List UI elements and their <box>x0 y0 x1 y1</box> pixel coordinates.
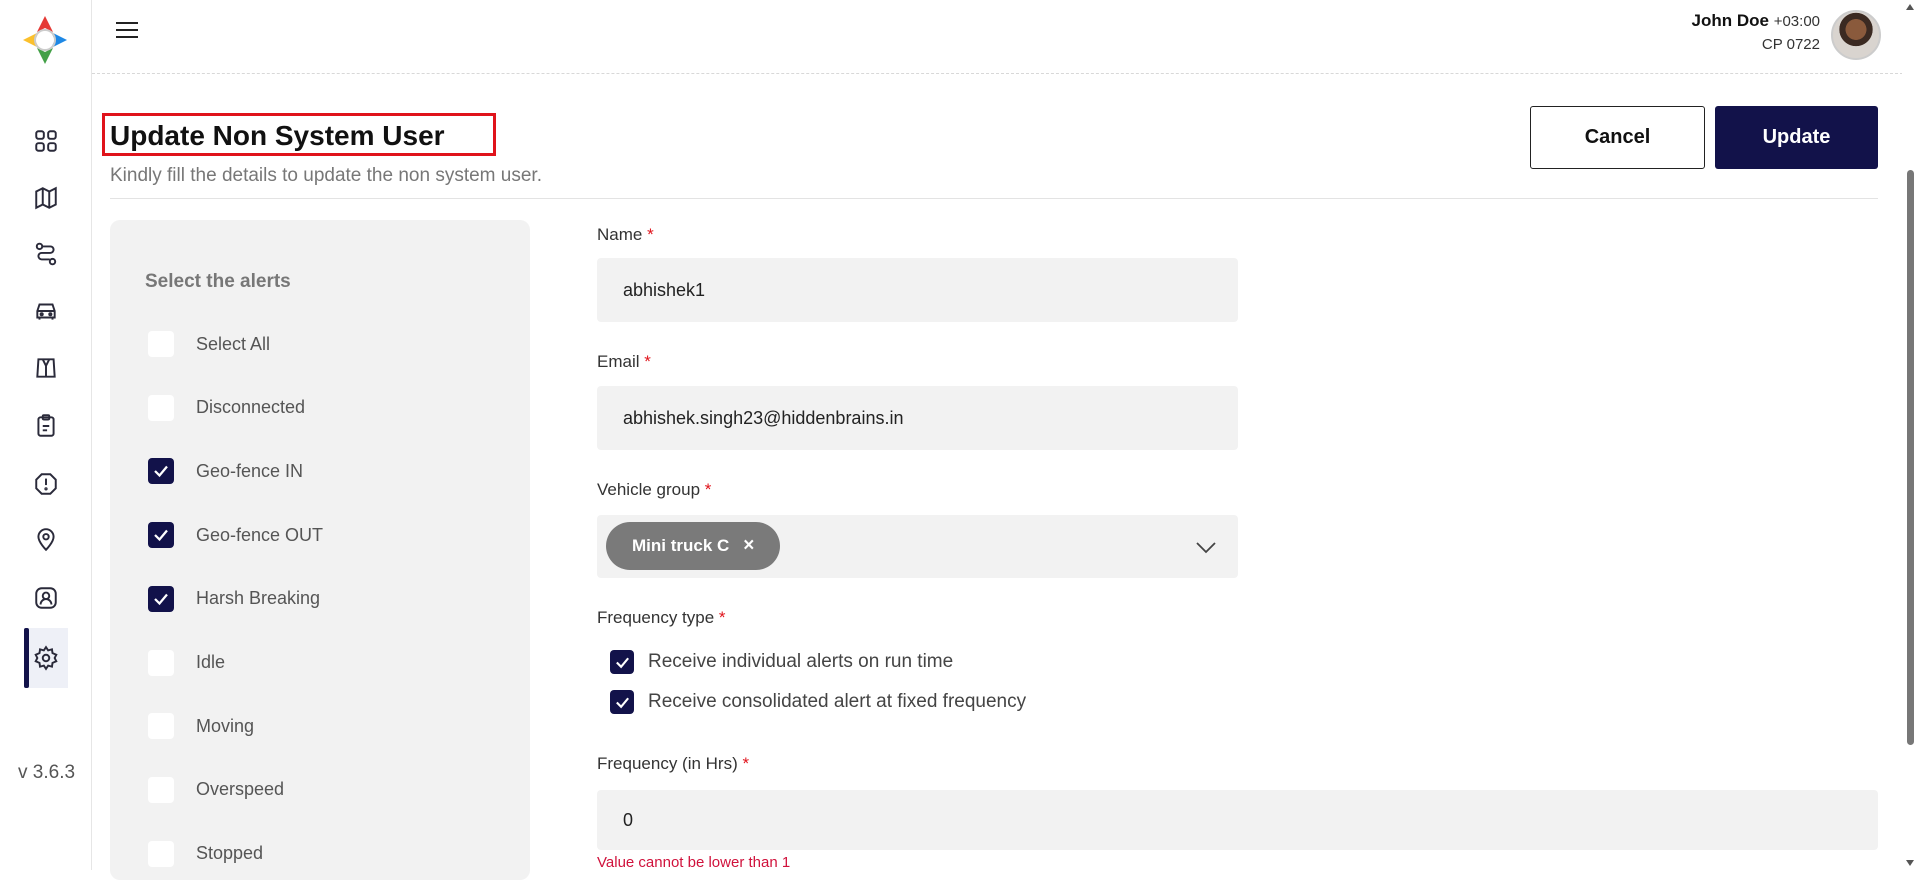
scroll-down-arrow-icon[interactable] <box>1906 860 1914 866</box>
page-scrollbar[interactable] <box>1902 0 1918 870</box>
scroll-up-arrow-icon[interactable] <box>1906 4 1914 10</box>
alert-option[interactable]: Disconnected <box>148 394 306 421</box>
sidebar-item-settings[interactable] <box>24 628 68 688</box>
alert-checkbox[interactable] <box>148 649 174 676</box>
alert-checkbox[interactable] <box>148 331 174 357</box>
page-title: Update Non System User <box>110 120 445 151</box>
chip-label: Mini truck C <box>632 536 730 555</box>
location-pin-icon <box>37 528 55 552</box>
user-code: CP 0722 <box>1761 36 1820 53</box>
chip-remove-icon[interactable]: × <box>743 535 754 557</box>
frequency-input[interactable] <box>597 790 1878 850</box>
dashboard-icon <box>35 130 57 152</box>
email-input[interactable] <box>597 386 1238 450</box>
alert-checkbox[interactable] <box>148 585 174 612</box>
alerts-title: Select the alerts <box>145 271 291 292</box>
menu-toggle-icon[interactable] <box>116 22 138 42</box>
alert-option[interactable]: Harsh Breaking <box>148 585 321 612</box>
alert-checkbox[interactable] <box>148 713 174 740</box>
sidebar-item-vehicles[interactable] <box>24 289 68 333</box>
update-button[interactable]: Update <box>1715 106 1878 169</box>
sidebar-item-routes[interactable] <box>24 232 68 276</box>
user-profile-icon <box>35 587 57 609</box>
frequency-error: Value cannot be lower than 1 <box>597 854 791 871</box>
top-bar: John Doe +03:00 CP 0722 <box>92 0 1918 74</box>
frequency-label: Frequency (in Hrs) * <box>597 754 750 773</box>
user-timezone: +03:00 <box>1773 13 1820 30</box>
cancel-button[interactable]: Cancel <box>1530 106 1705 169</box>
sidebar-item-map[interactable] <box>24 176 68 220</box>
vehicle-group-select[interactable]: Mini truck C × <box>597 515 1238 578</box>
alert-label: Select All <box>196 333 271 354</box>
alert-checkbox[interactable] <box>148 394 174 421</box>
frequency-option[interactable]: Receive individual alerts on run time <box>610 650 953 674</box>
sidebar-item-tires[interactable] <box>24 346 68 390</box>
app-logo[interactable] <box>17 10 73 70</box>
page-subtitle: Kindly fill the details to update the no… <box>110 165 542 186</box>
header-divider <box>110 198 1878 199</box>
vehicle-icon <box>36 303 56 320</box>
frequency-option-label: Receive individual alerts on run time <box>648 651 954 672</box>
alert-option[interactable]: Select All <box>148 331 270 357</box>
vehicle-group-label: Vehicle group * <box>597 480 712 499</box>
sidebar: v 3.6.3 <box>0 0 92 870</box>
name-input[interactable] <box>597 258 1238 322</box>
alert-label: Overspeed <box>196 779 285 800</box>
sidebar-item-locations[interactable] <box>24 518 68 562</box>
sidebar-item-users[interactable] <box>24 576 68 620</box>
frequency-checkbox[interactable] <box>610 690 634 714</box>
settings-icon <box>34 645 58 671</box>
alert-option[interactable]: Geo-fence IN <box>148 458 304 485</box>
alert-label: Moving <box>196 715 255 736</box>
clipboard-icon <box>37 414 55 437</box>
alert-option[interactable]: Idle <box>148 649 226 676</box>
sidebar-item-alerts[interactable] <box>24 462 68 506</box>
avatar[interactable] <box>1831 10 1881 60</box>
alert-icon <box>35 473 57 495</box>
frequency-type-label: Frequency type * <box>597 608 726 627</box>
alert-label: Geo-fence OUT <box>196 524 324 545</box>
user-name: John Doe <box>1691 11 1769 30</box>
frequency-option[interactable]: Receive consolidated alert at fixed freq… <box>610 690 1026 714</box>
chevron-down-icon[interactable] <box>1194 535 1218 559</box>
alert-option[interactable]: Overspeed <box>148 776 285 803</box>
alert-label: Disconnected <box>196 397 306 418</box>
alert-label: Geo-fence IN <box>196 460 304 481</box>
user-name-block: John Doe +03:00 <box>1692 11 1820 31</box>
alert-checkbox[interactable] <box>148 840 174 867</box>
alert-label: Stopped <box>196 843 264 864</box>
alert-label: Idle <box>196 652 226 672</box>
frequency-option-label: Receive consolidated alert at fixed freq… <box>648 691 1027 712</box>
alert-option[interactable]: Stopped <box>148 840 264 867</box>
alert-option[interactable]: Geo-fence OUT <box>148 522 324 549</box>
email-label: Email * <box>597 352 651 371</box>
sidebar-item-dashboard[interactable] <box>24 119 68 163</box>
alert-checkbox[interactable] <box>148 776 174 803</box>
frequency-checkbox[interactable] <box>610 650 634 674</box>
app-version: v 3.6.3 <box>18 762 76 783</box>
route-icon <box>35 242 57 266</box>
alert-label: Harsh Breaking <box>196 588 321 609</box>
map-icon <box>35 186 57 210</box>
sidebar-item-reports[interactable] <box>24 404 68 448</box>
alert-checkbox[interactable] <box>148 522 174 549</box>
scrollbar-thumb[interactable] <box>1907 170 1914 745</box>
alert-option[interactable]: Moving <box>148 713 255 740</box>
vehicle-group-chip: Mini truck C × <box>606 522 781 570</box>
tire-icon <box>36 358 56 378</box>
name-label: Name * <box>597 225 654 244</box>
alert-checkbox[interactable] <box>148 458 174 485</box>
